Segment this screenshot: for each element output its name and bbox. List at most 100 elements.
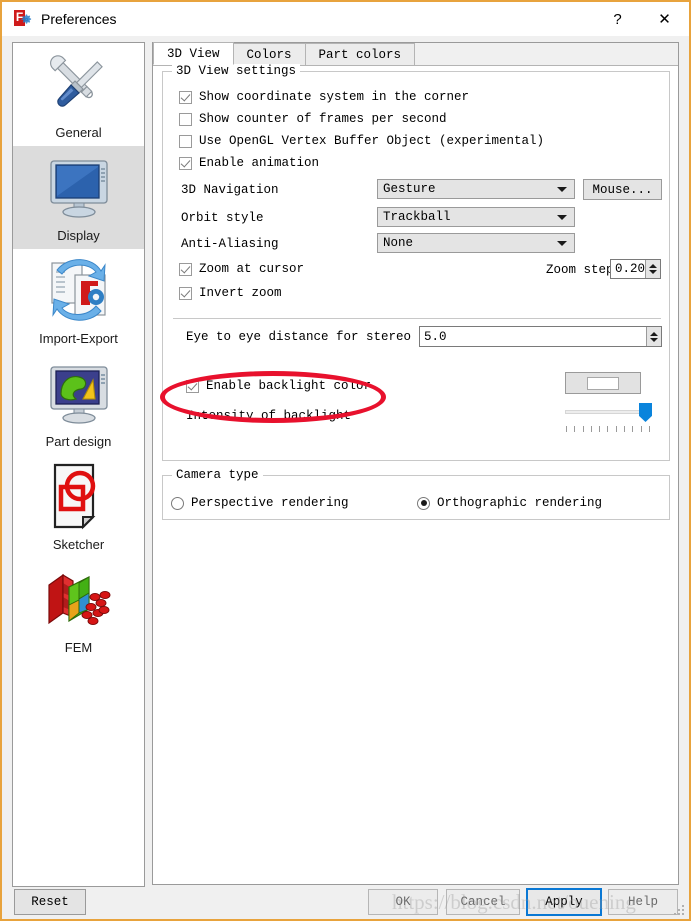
cancel-button[interactable]: Cancel xyxy=(446,889,520,915)
titlebar-help-button[interactable]: ? xyxy=(595,2,640,36)
checkbox-box[interactable] xyxy=(179,156,192,170)
radio-button[interactable] xyxy=(171,496,184,510)
checkbox-show-coordinate-system[interactable]: Show coordinate system in the corner xyxy=(179,90,469,104)
part-design-icon xyxy=(41,356,117,432)
close-icon[interactable]: ✕ xyxy=(642,2,687,36)
tab-bar[interactable]: 3D View Colors Part colors xyxy=(153,42,678,66)
checkbox-box[interactable] xyxy=(179,262,192,276)
sidebar-item-label: Sketcher xyxy=(52,537,105,552)
group-title-camera-type: Camera type xyxy=(172,468,263,482)
monitor-icon xyxy=(41,150,117,226)
checkbox-enable-backlight-color[interactable]: Enable backlight color xyxy=(186,379,371,393)
section-divider xyxy=(173,318,661,319)
sidebar-item-label: FEM xyxy=(64,640,93,655)
reset-button[interactable]: Reset xyxy=(14,889,86,915)
mouse-settings-button[interactable]: Mouse... xyxy=(583,179,662,200)
checkbox-label: Enable backlight color xyxy=(206,379,372,393)
tab-part-colors[interactable]: Part colors xyxy=(304,43,416,65)
gear-icon xyxy=(21,14,32,24)
checkbox-label: Use OpenGL Vertex Buffer Object (experim… xyxy=(199,134,545,148)
wrench-screwdriver-icon xyxy=(41,47,117,123)
fem-mesh-icon xyxy=(41,562,117,638)
spinbox-stepper[interactable] xyxy=(645,260,660,278)
view-settings-group: 3D View settings Show coordinate system … xyxy=(162,64,670,461)
combobox-value: Trackball xyxy=(383,210,451,224)
slider-groove xyxy=(565,410,649,414)
label-orbit-style: Orbit style xyxy=(181,211,264,225)
radio-button[interactable] xyxy=(417,496,430,510)
freecad-icon: F xyxy=(14,10,32,28)
stepper-up-icon[interactable] xyxy=(649,264,657,268)
help-button[interactable]: Help xyxy=(608,889,678,915)
window-title: Preferences xyxy=(41,11,117,27)
ok-button[interactable]: OK xyxy=(368,889,438,915)
stepper-down-icon[interactable] xyxy=(649,270,657,274)
sketcher-icon xyxy=(41,459,117,535)
spinbox-value: 5.0 xyxy=(424,329,447,344)
title-bar: F Preferences ? ✕ xyxy=(2,2,689,36)
checkbox-box[interactable] xyxy=(179,90,192,104)
sidebar-item-part-design[interactable]: Part design xyxy=(13,352,144,455)
sidebar-item-label: Display xyxy=(57,228,100,243)
label-zoom-step: Zoom step xyxy=(546,263,614,277)
sidebar-item-label: Part design xyxy=(45,434,112,449)
tab-3d-view[interactable]: 3D View xyxy=(153,42,234,65)
checkbox-box[interactable] xyxy=(186,379,199,393)
sidebar-item-general[interactable]: General xyxy=(13,43,144,146)
dialog-button-bar: Reset OK Cancel Apply Help xyxy=(2,888,689,921)
checkbox-enable-animation[interactable]: Enable animation xyxy=(179,156,319,170)
label-anti-aliasing: Anti-Aliasing xyxy=(181,237,279,251)
label-3d-navigation: 3D Navigation xyxy=(181,183,279,197)
chevron-down-icon xyxy=(557,241,567,246)
stepper-down-icon[interactable] xyxy=(650,337,658,342)
backlight-color-button[interactable] xyxy=(565,372,641,394)
radio-orthographic-rendering[interactable]: Orthographic rendering xyxy=(417,496,602,510)
radio-label: Orthographic rendering xyxy=(437,496,603,510)
tab-colors[interactable]: Colors xyxy=(232,43,306,65)
checkbox-label: Show coordinate system in the corner xyxy=(199,90,470,104)
slider-ticks xyxy=(566,426,650,432)
chevron-down-icon xyxy=(557,215,567,220)
checkbox-use-opengl-vbo[interactable]: Use OpenGL Vertex Buffer Object (experim… xyxy=(179,134,544,148)
camera-type-group: Camera type Perspective rendering Orthog… xyxy=(162,468,670,520)
radio-label: Perspective rendering xyxy=(191,496,349,510)
radio-perspective-rendering[interactable]: Perspective rendering xyxy=(171,496,349,510)
combobox-orbit-style[interactable]: Trackball xyxy=(377,207,575,227)
checkbox-box[interactable] xyxy=(179,134,192,148)
checkbox-box[interactable] xyxy=(179,286,192,300)
spinbox-eye-distance[interactable]: 5.0 xyxy=(419,326,662,347)
apply-button[interactable]: Apply xyxy=(526,888,602,916)
checkbox-invert-zoom[interactable]: Invert zoom xyxy=(179,286,282,300)
preferences-dialog: F Preferences ? ✕ General Display Import… xyxy=(0,0,691,921)
checkbox-show-fps-counter[interactable]: Show counter of frames per second xyxy=(179,112,447,126)
stepper-up-icon[interactable] xyxy=(650,331,658,336)
combobox-anti-aliasing[interactable]: None xyxy=(377,233,575,253)
combobox-3d-navigation[interactable]: Gesture xyxy=(377,179,575,199)
label-intensity-of-backlight: Intensity of backlight xyxy=(186,409,352,423)
combobox-value: None xyxy=(383,236,414,250)
color-swatch xyxy=(587,376,619,390)
checkbox-label: Zoom at cursor xyxy=(199,262,305,276)
slider-handle[interactable] xyxy=(639,403,652,422)
checkbox-box[interactable] xyxy=(179,112,192,126)
chevron-down-icon xyxy=(557,187,567,192)
sidebar-item-display[interactable]: Display xyxy=(13,146,144,249)
settings-panel: 3D View Colors Part colors 3D View setti… xyxy=(152,42,679,885)
category-sidebar[interactable]: General Display Import-Export Part desig… xyxy=(12,42,145,887)
sidebar-item-sketcher[interactable]: Sketcher xyxy=(13,455,144,558)
sidebar-item-label: Import-Export xyxy=(39,331,118,346)
spinbox-stepper[interactable] xyxy=(646,327,661,346)
sidebar-item-fem[interactable]: FEM xyxy=(13,558,144,661)
sidebar-item-import-export[interactable]: Import-Export xyxy=(13,249,144,352)
checkbox-label: Invert zoom xyxy=(199,286,282,300)
checkbox-zoom-at-cursor[interactable]: Zoom at cursor xyxy=(179,262,304,276)
combobox-value: Gesture xyxy=(383,182,436,196)
checkbox-label: Enable animation xyxy=(199,156,320,170)
group-title-view-settings: 3D View settings xyxy=(172,64,301,78)
resize-grip[interactable] xyxy=(674,905,685,916)
checkbox-label: Show counter of frames per second xyxy=(199,112,447,126)
backlight-intensity-slider[interactable] xyxy=(565,402,655,434)
spinbox-value: 0.20 xyxy=(615,262,646,276)
spinbox-zoom-step[interactable]: 0.20 xyxy=(610,259,661,279)
sidebar-item-label: General xyxy=(55,125,102,140)
